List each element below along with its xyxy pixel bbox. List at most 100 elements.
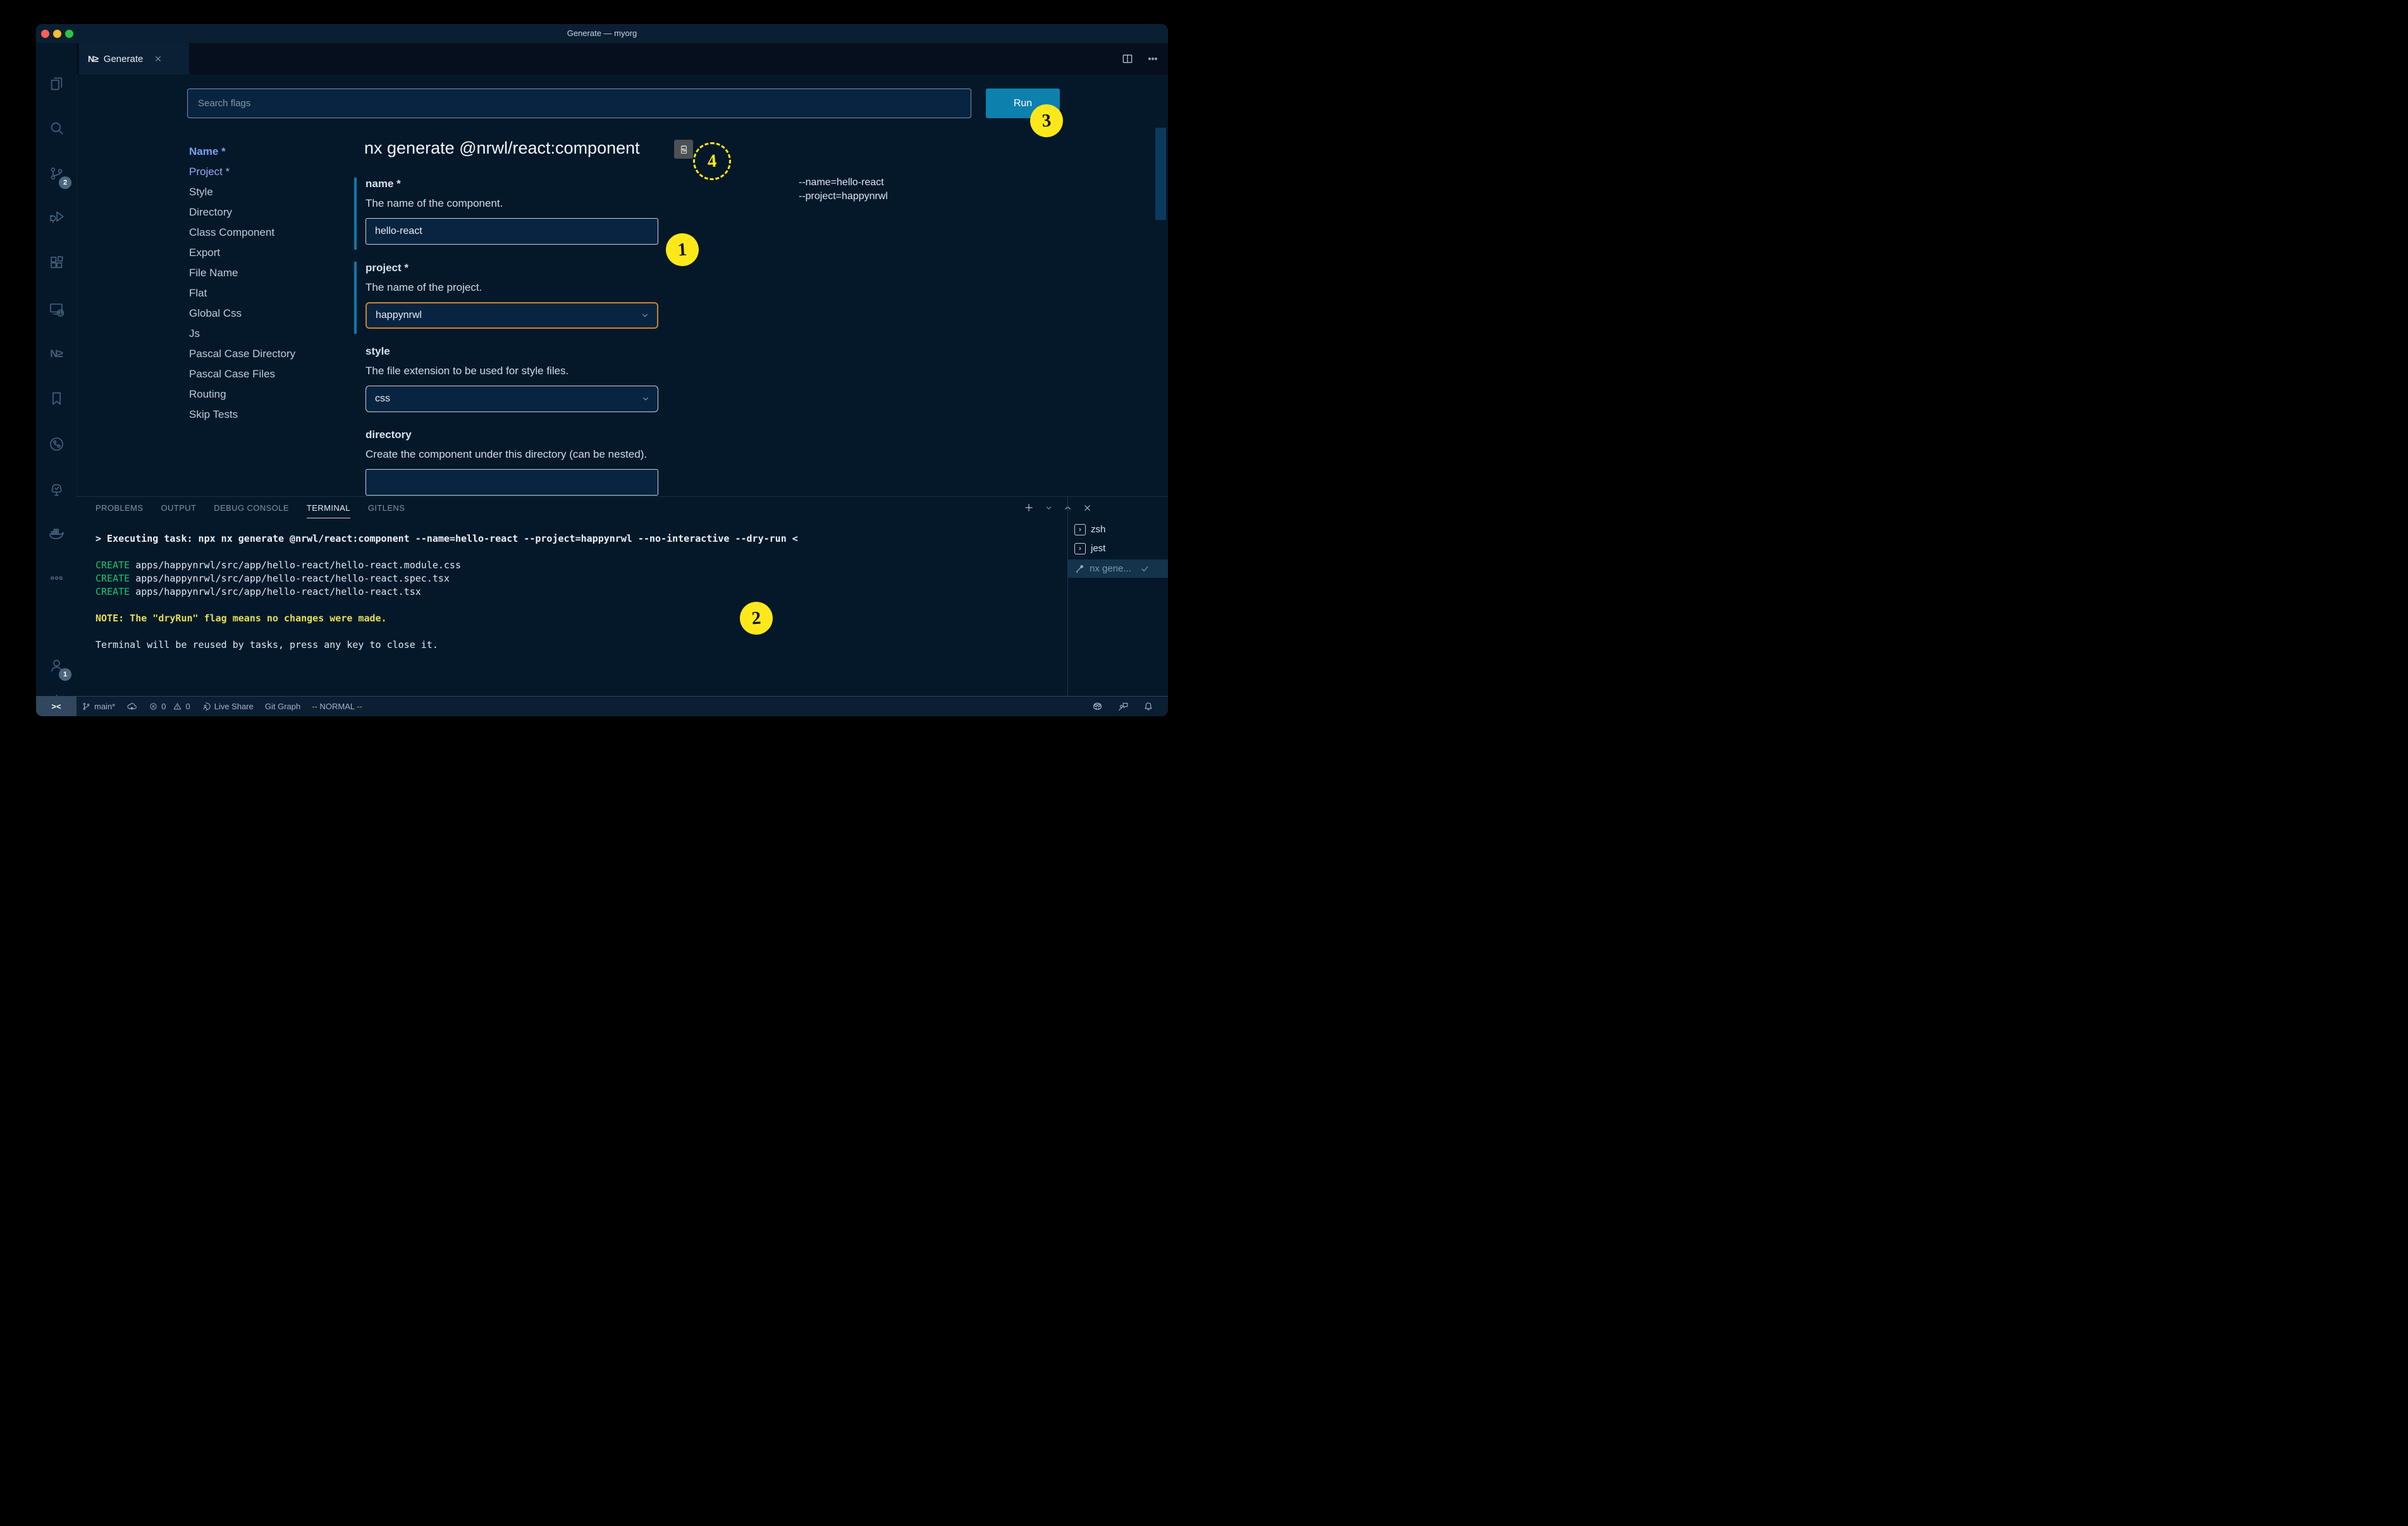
git-graph-view-icon[interactable] <box>36 427 77 461</box>
tab-debug-console[interactable]: DEBUG CONSOLE <box>214 503 289 518</box>
name-input[interactable]: hello-react <box>366 218 658 245</box>
tab-output[interactable]: OUTPUT <box>161 503 196 518</box>
terminal-dropdown-icon[interactable] <box>1045 504 1053 512</box>
extensions-icon[interactable] <box>36 246 77 280</box>
nav-item-style[interactable]: Style <box>189 182 347 202</box>
annotation-badge-4: 4 <box>692 141 732 181</box>
terminal-exec-line: > Executing task: npx nx generate @nrwl/… <box>95 532 798 546</box>
nx-tab-icon: N≥ <box>88 54 98 64</box>
search-flags-input[interactable] <box>187 89 971 118</box>
field-label: project * <box>366 262 670 274</box>
panel-tab-bar: PROBLEMS OUTPUT DEBUG CONSOLE TERMINAL G… <box>95 503 405 518</box>
split-editor-icon[interactable] <box>1121 52 1134 65</box>
terminal-icon: › <box>1074 524 1086 535</box>
remote-indicator[interactable]: >< <box>36 697 77 716</box>
editor-more-actions-icon[interactable] <box>1146 52 1159 65</box>
field-description: The name of the component. <box>366 197 670 210</box>
tab-generate[interactable]: N≥ Generate <box>79 43 189 75</box>
bottom-panel: PROBLEMS OUTPUT DEBUG CONSOLE TERMINAL G… <box>77 496 1168 697</box>
terminal-list-item-jest[interactable]: › jest <box>1068 540 1168 557</box>
editor-tab-strip: N≥ Generate <box>77 43 1168 75</box>
test-explorer-icon[interactable] <box>36 472 77 506</box>
nav-item-routing[interactable]: Routing <box>189 384 347 405</box>
field-group-name: name * The name of the component. hello-… <box>354 178 670 245</box>
nav-item-file-name[interactable]: File Name <box>189 263 347 283</box>
copilot-status-icon[interactable] <box>1091 700 1103 712</box>
field-group-project: project * The name of the project. happy… <box>354 262 670 329</box>
notifications-bell-icon[interactable] <box>1143 701 1154 712</box>
chevron-down-icon <box>641 311 649 320</box>
project-select[interactable]: happynrwl <box>366 302 658 329</box>
panel-toolbar <box>1023 502 1092 513</box>
tab-label: Generate <box>104 54 144 64</box>
nav-item-name[interactable]: Name * <box>189 142 347 162</box>
nav-item-global-css[interactable]: Global Css <box>189 303 347 324</box>
account-badge: 1 <box>59 668 71 681</box>
more-views-icon[interactable] <box>36 561 77 595</box>
feedback-status-icon[interactable] <box>1117 701 1129 712</box>
task-success-check-icon <box>1140 564 1150 573</box>
scm-badge: 2 <box>59 176 71 189</box>
vim-mode-status: -- NORMAL -- <box>312 702 362 711</box>
terminal-reuse-line: Terminal will be reused by tasks, press … <box>95 638 438 652</box>
screen: Generate — myorg 2 N≥ <box>0 0 1204 763</box>
explorer-icon[interactable] <box>36 66 77 101</box>
bookmarks-icon[interactable] <box>36 381 77 415</box>
account-icon[interactable]: 1 <box>36 648 77 682</box>
status-bar: >< main* 0 0 Live Share <box>36 696 1168 716</box>
terminal-create-line: CREATE apps/happynrwl/src/app/hello-reac… <box>95 585 421 599</box>
vscode-window: Generate — myorg 2 N≥ <box>36 24 1168 716</box>
title-bar: Generate — myorg <box>36 24 1168 43</box>
search-icon[interactable] <box>36 111 77 145</box>
field-description: The name of the project. <box>366 281 670 294</box>
nav-item-project[interactable]: Project * <box>189 162 347 182</box>
cli-flags-preview: --name=hello-react --project=happynrwl <box>799 176 888 204</box>
nav-item-flat[interactable]: Flat <box>189 283 347 303</box>
field-group-style: style The file extension to be used for … <box>354 345 670 412</box>
window-title: Generate — myorg <box>36 28 1168 38</box>
git-graph-status[interactable]: Git Graph <box>265 702 300 711</box>
field-description: Create the component under this director… <box>366 448 670 461</box>
terminal-create-line: CREATE apps/happynrwl/src/app/hello-reac… <box>95 572 450 585</box>
field-label: directory <box>366 429 670 441</box>
editor-scrollbar-thumb[interactable] <box>1155 128 1166 220</box>
live-share-status[interactable]: Live Share <box>202 702 254 711</box>
terminal-note-line: NOTE: The "dryRun" flag means no changes… <box>95 612 387 625</box>
copy-command-button[interactable] <box>674 140 693 159</box>
new-terminal-icon[interactable] <box>1023 502 1035 513</box>
docker-icon[interactable] <box>36 516 77 551</box>
terminal-icon: › <box>1074 543 1086 554</box>
remote-explorer-icon[interactable] <box>36 292 77 326</box>
field-label: name * <box>366 178 670 190</box>
git-branch-status[interactable]: main* <box>82 702 115 711</box>
terminal-list-item-nx-generate[interactable]: nx gene... <box>1068 559 1168 578</box>
task-tools-icon <box>1074 564 1084 574</box>
nx-console-icon[interactable]: N≥ <box>36 337 77 371</box>
field-modified-bar <box>354 178 357 250</box>
directory-input[interactable] <box>366 469 658 496</box>
nav-item-class-component[interactable]: Class Component <box>189 223 347 243</box>
nav-item-pascal-case-files[interactable]: Pascal Case Files <box>189 364 347 384</box>
tab-close-icon[interactable] <box>154 54 163 63</box>
tab-gitlens[interactable]: GITLENS <box>368 503 405 518</box>
activity-bar: 2 N≥ <box>36 43 77 697</box>
tab-problems[interactable]: PROBLEMS <box>95 503 143 518</box>
run-debug-icon[interactable] <box>36 199 77 233</box>
field-description: The file extension to be used for style … <box>366 365 670 377</box>
close-panel-icon[interactable] <box>1083 503 1092 513</box>
chevron-down-icon <box>641 394 650 403</box>
nav-item-directory[interactable]: Directory <box>189 202 347 223</box>
tab-terminal[interactable]: TERMINAL <box>307 503 350 518</box>
problems-status[interactable]: 0 0 <box>149 702 190 711</box>
source-control-icon[interactable]: 2 <box>36 156 77 190</box>
style-select[interactable]: css <box>366 386 658 412</box>
option-nav-list: Name * Project * Style Directory Class C… <box>189 142 347 425</box>
field-modified-bar <box>354 262 357 334</box>
nav-item-export[interactable]: Export <box>189 243 347 263</box>
nav-item-pascal-case-directory[interactable]: Pascal Case Directory <box>189 344 347 364</box>
nav-item-skip-tests[interactable]: Skip Tests <box>189 405 347 425</box>
nav-item-js[interactable]: Js <box>189 324 347 344</box>
sync-cloud-icon[interactable] <box>126 701 137 712</box>
terminal-list-item-zsh[interactable]: › zsh <box>1068 521 1168 538</box>
field-group-directory: directory Create the component under thi… <box>354 429 670 496</box>
